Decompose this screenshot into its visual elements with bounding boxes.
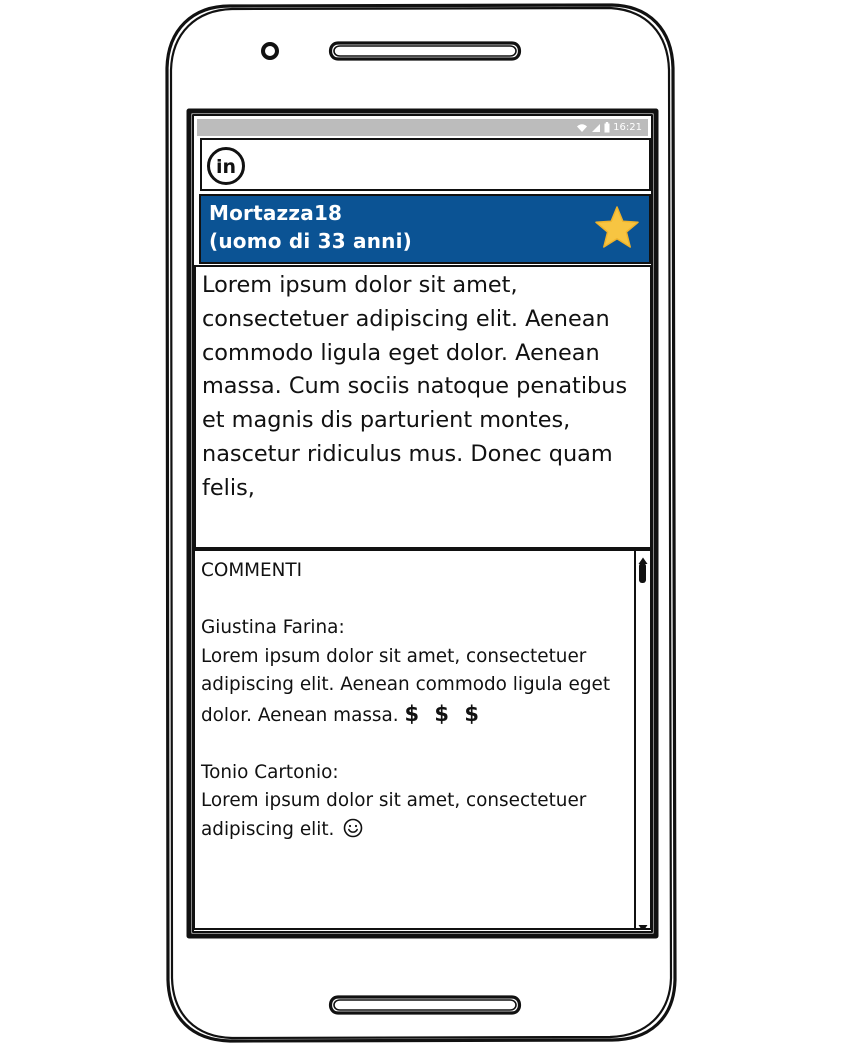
linkedin-icon[interactable]: in xyxy=(206,146,246,186)
status-icons: 16:21 xyxy=(576,120,642,135)
comments-panel[interactable]: COMMENTI Giustina Farina: Lorem ipsum do… xyxy=(193,549,652,930)
comments-scrollbar[interactable] xyxy=(634,551,650,928)
comments-content: COMMENTI Giustina Farina: Lorem ipsum do… xyxy=(201,557,631,844)
comment-text: Lorem ipsum dolor sit amet, consectetuer… xyxy=(201,790,587,840)
comments-title: COMMENTI xyxy=(201,560,303,581)
scroll-up-arrow-icon[interactable] xyxy=(637,551,649,564)
wifi-icon xyxy=(576,123,588,133)
signal-icon xyxy=(591,123,601,133)
post-text: Lorem ipsum dolor sit amet, consectetuer… xyxy=(202,272,628,501)
star-icon[interactable] xyxy=(593,205,641,251)
app-header: in xyxy=(200,138,651,191)
smiley-icon xyxy=(343,818,363,838)
status-time: 16:21 xyxy=(613,122,642,133)
comment-author: Tonio Cartonio: xyxy=(201,761,339,783)
profile-name: Mortazza18 xyxy=(209,201,343,225)
comment-extra: $ $ $ xyxy=(404,701,483,726)
profile-header: Mortazza18 (uomo di 33 anni) xyxy=(199,194,651,264)
comment-item: Giustina Farina: Lorem ipsum dolor sit a… xyxy=(201,614,631,730)
profile-subtitle: (uomo di 33 anni) xyxy=(209,229,412,253)
status-bar: 16:21 xyxy=(197,119,648,136)
scroll-down-arrow-icon[interactable] xyxy=(637,918,649,928)
comment-author: Giustina Farina: xyxy=(201,617,345,638)
comment-item: Tonio Cartonio: Lorem ipsum dolor sit am… xyxy=(201,759,631,845)
scroll-thumb[interactable] xyxy=(639,563,646,583)
svg-text:in: in xyxy=(216,156,236,178)
battery-icon xyxy=(604,122,610,133)
post-box: Lorem ipsum dolor sit amet, consectetuer… xyxy=(194,265,652,549)
